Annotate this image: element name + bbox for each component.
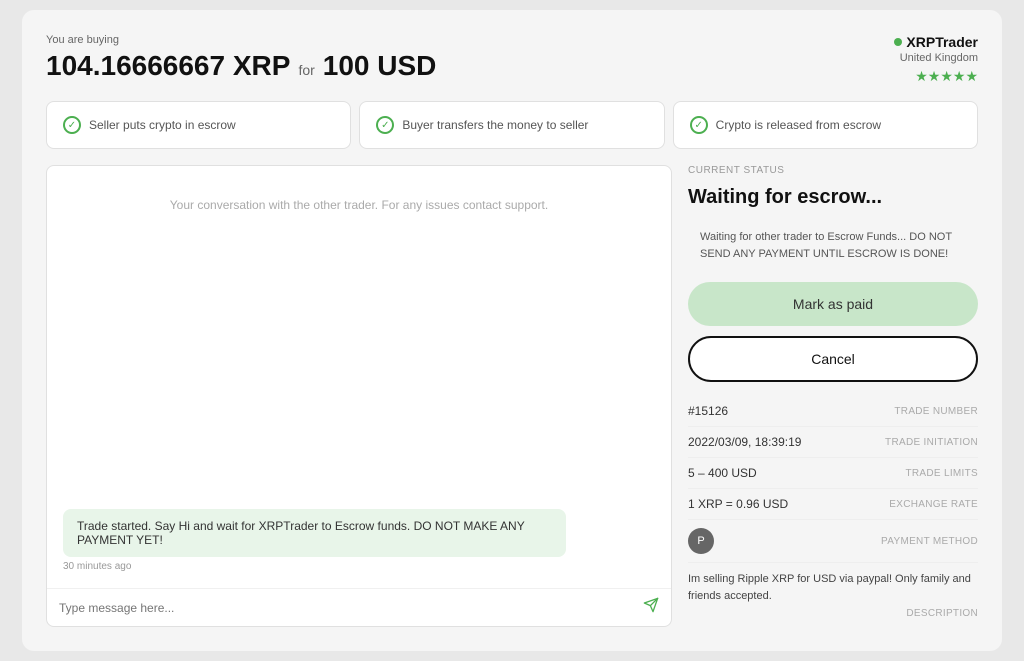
chat-panel: Your conversation with the other trader.… [46, 165, 672, 627]
payment-method-row: P PAYMENT METHOD [688, 520, 978, 563]
step-1: ✓ Seller puts crypto in escrow [46, 101, 351, 149]
trade-number-value: #15126 [688, 404, 728, 418]
chat-placeholder: Your conversation with the other trader.… [63, 198, 655, 212]
steps-row: ✓ Seller puts crypto in escrow ✓ Buyer t… [46, 101, 978, 149]
step-1-label: Seller puts crypto in escrow [89, 118, 236, 132]
online-indicator [894, 38, 902, 46]
exchange-rate-label: EXCHANGE RATE [889, 499, 978, 510]
send-button[interactable] [643, 597, 659, 618]
mark-paid-button[interactable]: Mark as paid [688, 282, 978, 326]
chat-message-wrapper: Trade started. Say Hi and wait for XRPTr… [63, 509, 655, 572]
main-content: Your conversation with the other trader.… [46, 165, 978, 627]
fiat-amount: 100 USD [323, 50, 437, 82]
chat-input-row[interactable] [47, 588, 671, 626]
trade-details: #15126 TRADE NUMBER 2022/03/09, 18:39:19… [688, 396, 978, 627]
trade-limits-row: 5 – 400 USD TRADE LIMITS [688, 458, 978, 489]
description-row: Im selling Ripple XRP for USD via paypal… [688, 563, 978, 627]
payment-method-label: PAYMENT METHOD [881, 536, 978, 547]
status-title: Waiting for escrow... [688, 186, 978, 209]
trade-limits-label: TRADE LIMITS [906, 468, 979, 479]
description-text: Im selling Ripple XRP for USD via paypal… [688, 571, 978, 604]
for-text: for [298, 62, 314, 78]
main-container: You are buying 104.16666667 XRP for 100 … [22, 10, 1002, 651]
right-panel: CURRENT STATUS Waiting for escrow... Wai… [688, 165, 978, 627]
step-2-check: ✓ [376, 116, 394, 134]
exchange-rate-value: 1 XRP = 0.96 USD [688, 497, 788, 511]
step-1-check: ✓ [63, 116, 81, 134]
description-label: DESCRIPTION [688, 608, 978, 619]
trader-country: United Kingdom [894, 52, 978, 64]
step-2-label: Buyer transfers the money to seller [402, 118, 588, 132]
chat-timestamp: 30 minutes ago [63, 561, 655, 572]
step-2: ✓ Buyer transfers the money to seller [359, 101, 664, 149]
buying-label: You are buying [46, 34, 436, 46]
trader-name: XRPTrader [894, 34, 978, 50]
trade-initiation-row: 2022/03/09, 18:39:19 TRADE INITIATION [688, 427, 978, 458]
chat-message: Trade started. Say Hi and wait for XRPTr… [63, 509, 566, 557]
current-status-label: CURRENT STATUS [688, 165, 978, 176]
trade-limits-value: 5 – 400 USD [688, 466, 757, 480]
trader-stars: ★★★★★ [894, 68, 978, 85]
crypto-amount: 104.16666667 XRP [46, 50, 290, 82]
trade-initiation-label: TRADE INITIATION [885, 437, 978, 448]
trader-info: XRPTrader United Kingdom ★★★★★ [894, 34, 978, 85]
status-warning: Waiting for other trader to Escrow Funds… [688, 219, 978, 272]
chat-input[interactable] [59, 601, 635, 615]
cancel-button[interactable]: Cancel [688, 336, 978, 382]
payment-icon: P [688, 528, 714, 554]
step-3: ✓ Crypto is released from escrow [673, 101, 978, 149]
exchange-rate-row: 1 XRP = 0.96 USD EXCHANGE RATE [688, 489, 978, 520]
buying-info: You are buying 104.16666667 XRP for 100 … [46, 34, 436, 82]
chat-message-area: Your conversation with the other trader.… [47, 166, 671, 588]
top-bar: You are buying 104.16666667 XRP for 100 … [46, 34, 978, 85]
step-3-check: ✓ [690, 116, 708, 134]
buying-amount: 104.16666667 XRP for 100 USD [46, 50, 436, 82]
trade-number-label: TRADE NUMBER [894, 406, 978, 417]
trade-number-row: #15126 TRADE NUMBER [688, 396, 978, 427]
step-3-label: Crypto is released from escrow [716, 118, 881, 132]
trade-initiation-value: 2022/03/09, 18:39:19 [688, 435, 801, 449]
